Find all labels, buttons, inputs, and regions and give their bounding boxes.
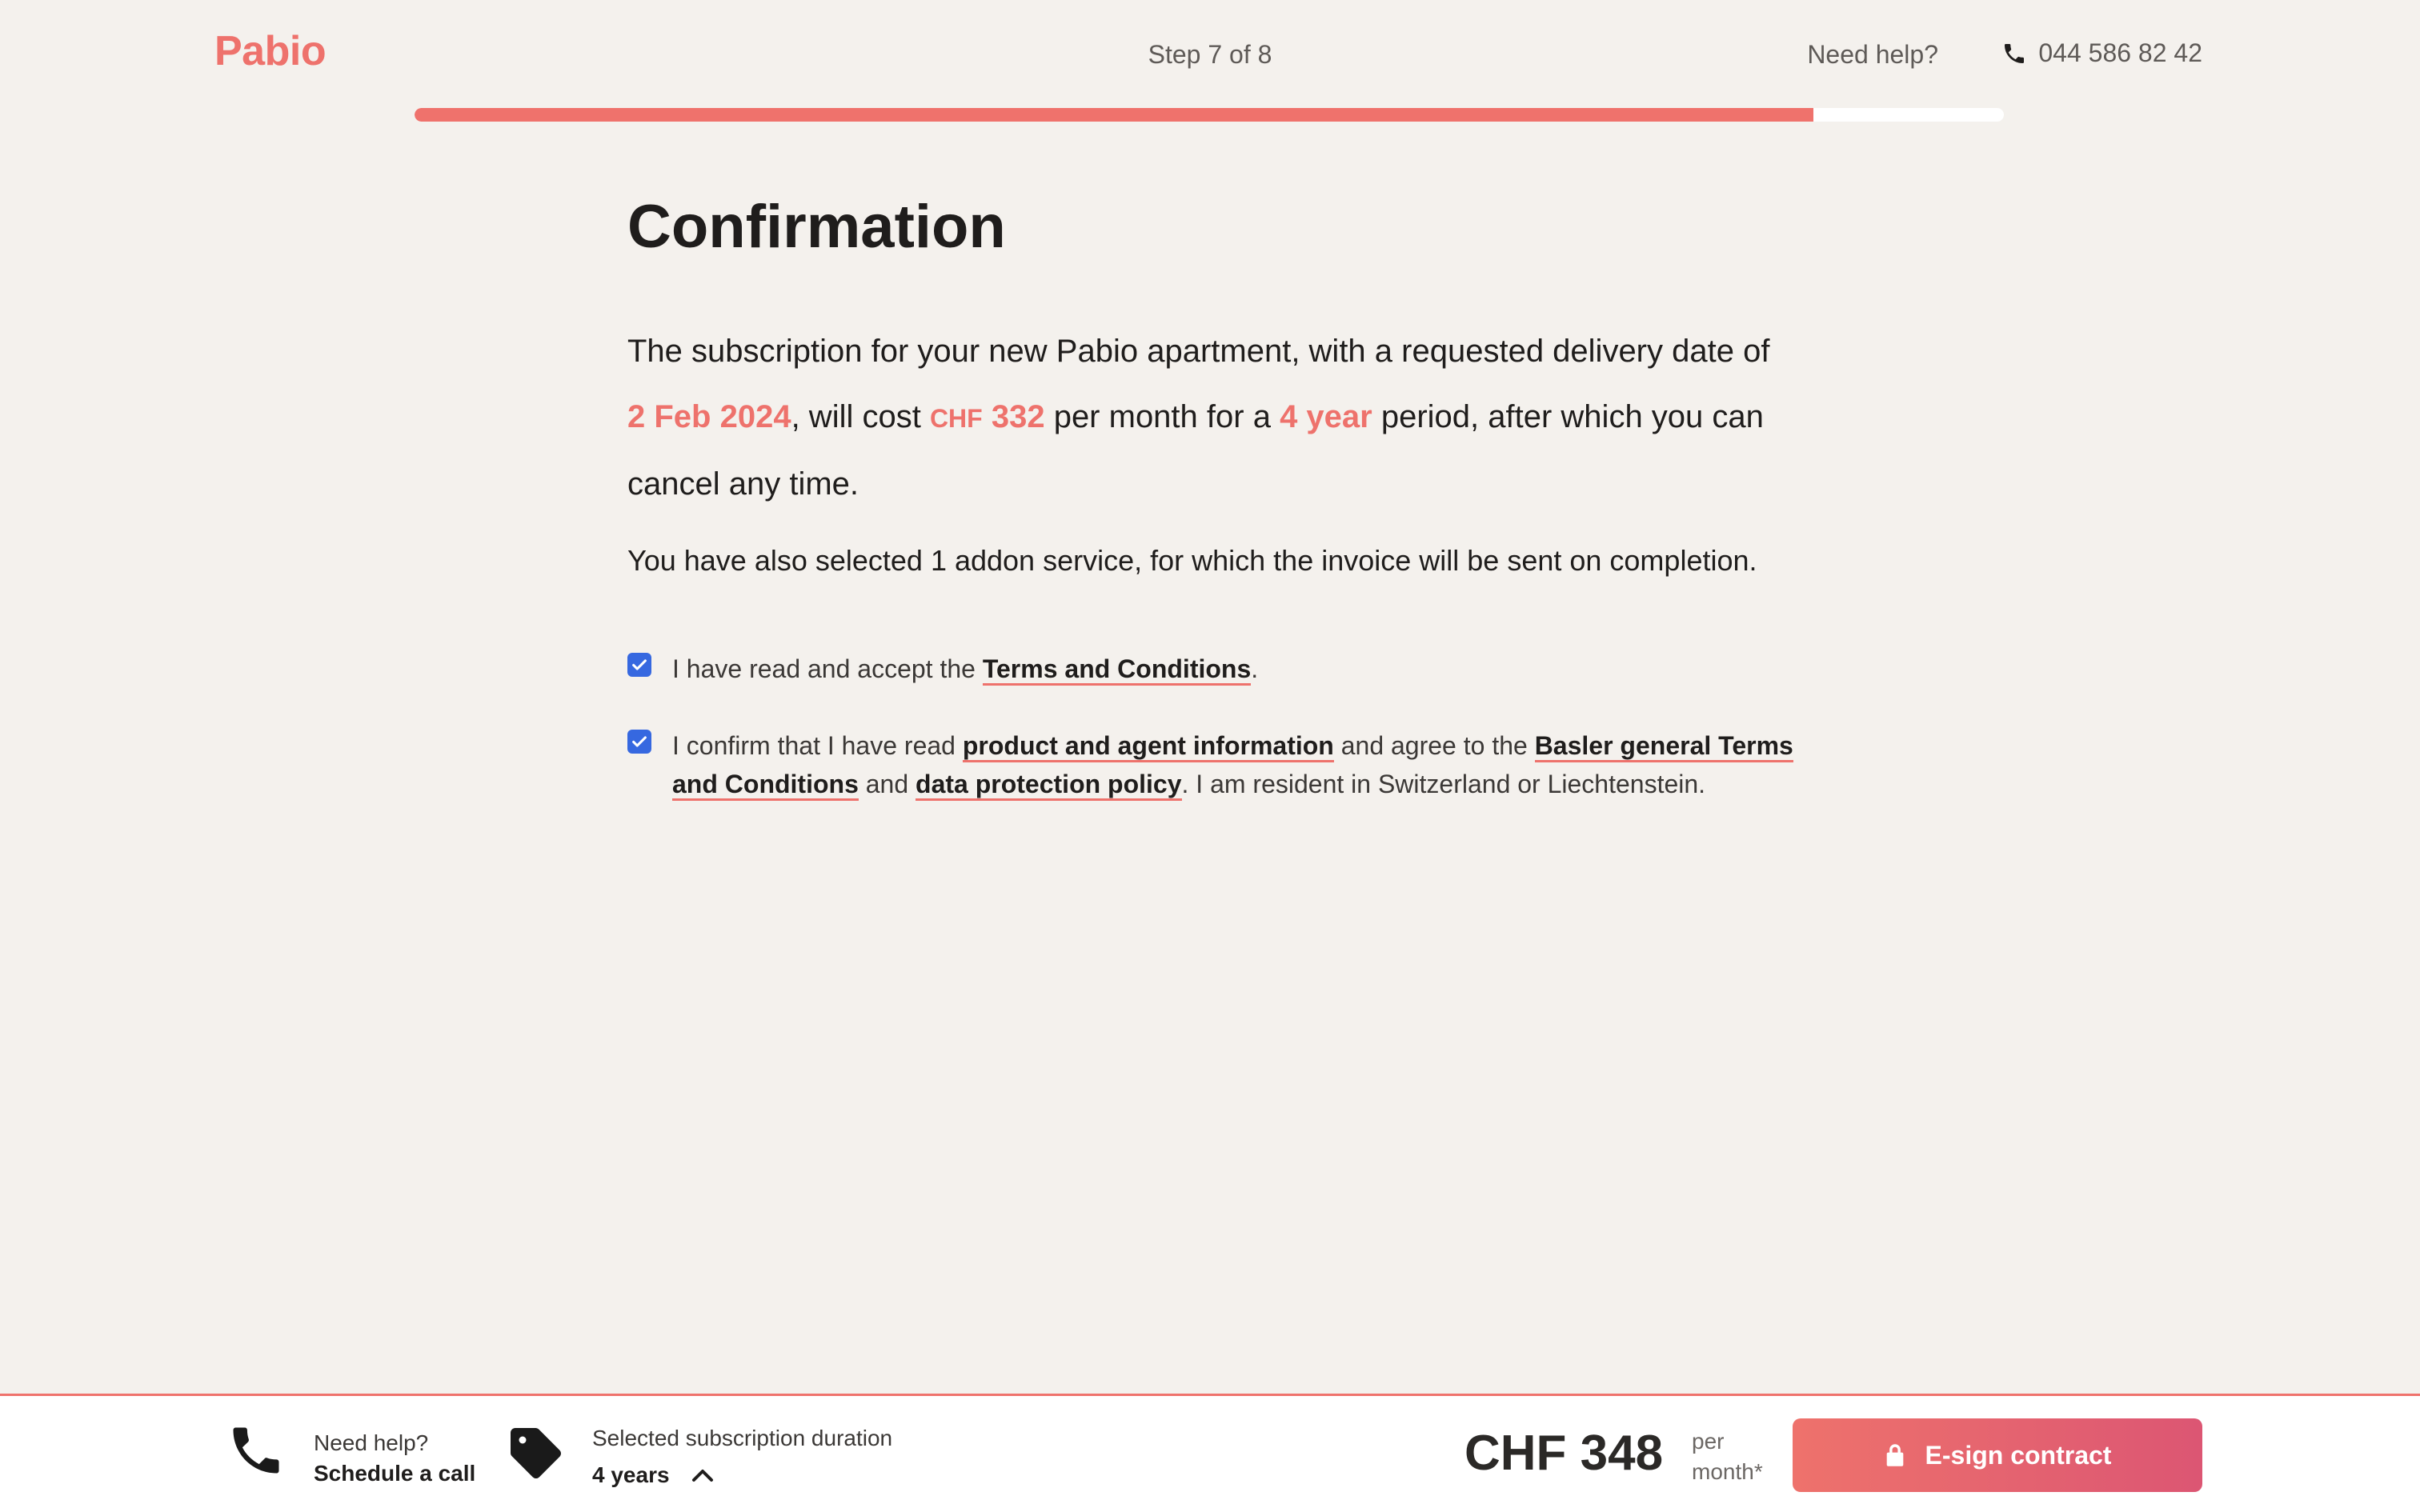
product-agent-info-link[interactable]: product and agent information	[962, 731, 1334, 762]
chevron-up-icon[interactable]	[691, 1467, 715, 1483]
consent-text: and	[858, 770, 916, 798]
checkbox-check-icon	[632, 659, 647, 670]
consent-text: I confirm that I have read	[672, 731, 963, 760]
subscription-duration-selector[interactable]: Selected subscription duration 4 years	[592, 1420, 892, 1494]
phone-icon[interactable]	[226, 1420, 286, 1481]
data-protection-link[interactable]: data protection policy	[916, 770, 1182, 801]
price-period-month: month*	[1692, 1459, 1763, 1484]
addon-note: You have also selected 1 addon service, …	[627, 544, 1757, 577]
consent-text: . I am resident in Switzerland or Liecht…	[1181, 770, 1706, 798]
duration-value: 4 years	[592, 1462, 670, 1487]
insurance-consent-row: I confirm that I have read product and a…	[627, 726, 1809, 803]
subscription-summary: The subscription for your new Pabio apar…	[627, 318, 1796, 517]
total-price: CHF 348	[1464, 1426, 1664, 1481]
terms-consent-text: I have read and accept the Terms and Con…	[672, 650, 1809, 688]
phone-icon	[2005, 43, 2025, 63]
header-phone-link[interactable]: 044 586 82 42	[2001, 38, 2202, 68]
insurance-checkbox[interactable]	[627, 730, 651, 754]
price-currency: CHF	[929, 404, 983, 433]
summary-text: The subscription for your new Pabio apar…	[627, 334, 1770, 369]
checkbox-check-icon	[632, 736, 647, 747]
e-sign-contract-label: E-sign contract	[1925, 1440, 2112, 1470]
price-period: per month*	[1692, 1426, 1763, 1487]
duration-label: Selected subscription duration	[592, 1426, 893, 1450]
terms-link[interactable]: Terms and Conditions	[982, 654, 1252, 686]
monthly-price: 332	[991, 399, 1045, 434]
price-period-per: per	[1692, 1429, 1725, 1454]
terms-consent-row: I have read and accept the Terms and Con…	[627, 650, 1809, 688]
schedule-call-label: Schedule a call	[314, 1461, 476, 1486]
header-phone-number: 044 586 82 42	[2038, 38, 2202, 67]
summary-text: , will cost	[791, 399, 930, 434]
terms-checkbox[interactable]	[627, 653, 651, 677]
insurance-consent-text: I confirm that I have read product and a…	[672, 726, 1809, 803]
checkout-footer: Need help? Schedule a call Selected subs…	[0, 1394, 2420, 1512]
lock-icon	[1886, 1444, 1903, 1466]
consent-text: I have read and accept the	[672, 654, 983, 683]
delivery-date: 2 Feb 2024	[627, 399, 791, 434]
footer-help-label: Need help?	[314, 1430, 429, 1455]
e-sign-contract-button[interactable]: E-sign contract	[1793, 1418, 2202, 1492]
subscription-period: 4 year	[1280, 399, 1372, 434]
page-title: Confirmation	[627, 193, 1006, 261]
summary-text: per month for a	[1044, 399, 1280, 434]
consent-text: .	[1251, 654, 1259, 683]
consent-text: and agree to the	[1333, 731, 1535, 760]
progress-bar-fill	[415, 108, 1813, 122]
price-tag-icon	[511, 1428, 561, 1478]
progress-bar	[415, 108, 2004, 122]
header-help-label: Need help?	[1807, 40, 1938, 69]
schedule-call-link[interactable]: Need help? Schedule a call	[314, 1428, 475, 1489]
